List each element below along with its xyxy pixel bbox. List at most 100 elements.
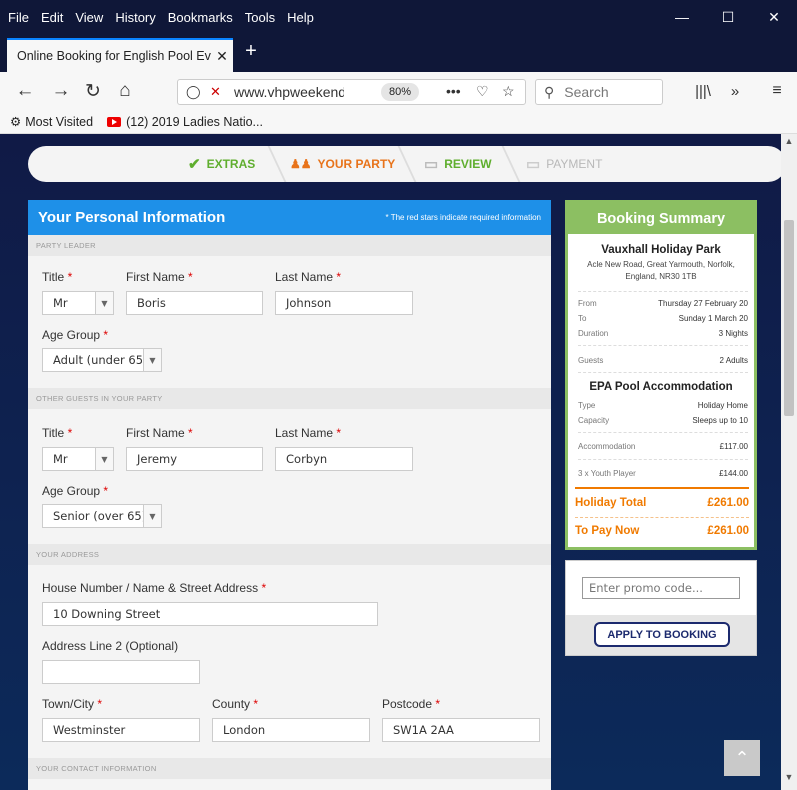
address2-input[interactable] xyxy=(42,660,200,684)
guest-title-label: Title * xyxy=(42,426,73,440)
summary-guests: Guests 2 Adults xyxy=(578,356,748,365)
park-address: Acle New Road, Great Yarmouth, Norfolk, … xyxy=(587,260,735,281)
back-to-top-button[interactable]: ⌃ xyxy=(724,740,760,776)
guest-age-group-select[interactable]: Senior (over 65) ▼ xyxy=(42,504,162,528)
guest-first-name-label: First Name * xyxy=(126,426,193,440)
people-icon: ♟♟ xyxy=(290,157,312,171)
summary-type: Type Holiday Home xyxy=(578,401,748,410)
leader-title-select[interactable]: Mr ▼ xyxy=(42,291,114,315)
menu-view[interactable]: View xyxy=(75,10,103,25)
menu-help[interactable]: Help xyxy=(287,10,314,25)
guest-title-select[interactable]: Mr ▼ xyxy=(42,447,114,471)
panel-title: Your Personal Information xyxy=(38,209,226,226)
library-icon[interactable]: |||\ xyxy=(690,78,716,104)
page-scrollbar[interactable]: ▲ ▼ xyxy=(781,134,797,790)
menu-file[interactable]: File xyxy=(8,10,29,25)
scrollbar-thumb[interactable] xyxy=(784,220,794,416)
reload-icon[interactable]: ↻ xyxy=(80,78,106,104)
summary-divider xyxy=(578,291,748,292)
card-icon: ▭ xyxy=(526,156,541,173)
apply-to-booking-button[interactable]: APPLY TO BOOKING xyxy=(594,622,730,647)
step-divider xyxy=(255,146,287,182)
town-input[interactable]: Westminster xyxy=(42,718,200,742)
gear-icon: ⚙ xyxy=(10,115,22,129)
accommodation-title: EPA Pool Accommodation xyxy=(589,381,733,393)
document-icon: ▭ xyxy=(424,156,439,173)
leader-last-name-input[interactable]: Johnson xyxy=(275,291,413,315)
bookmark-star-icon[interactable]: ☆ xyxy=(502,83,515,100)
minimize-button[interactable]: — xyxy=(659,0,705,34)
summary-from: From Thursday 27 February 20 xyxy=(578,299,748,308)
panel-header: Your Personal Information * The red star… xyxy=(28,200,551,235)
overflow-menu-icon[interactable]: » xyxy=(722,78,748,104)
scroll-down-icon[interactable]: ▼ xyxy=(781,772,797,788)
summary-title: Booking Summary xyxy=(568,203,754,234)
url-bar[interactable]: ◯ ✕ www.vhpweekend 80% ••• ♡ ☆ xyxy=(177,79,526,105)
step-review[interactable]: ▭ REVIEW xyxy=(424,146,492,182)
street-label: House Number / Name & Street Address * xyxy=(42,581,267,595)
tab-close-icon[interactable]: ✕ xyxy=(211,48,233,65)
promo-code-input[interactable]: Enter promo code... xyxy=(582,577,740,599)
permissions-blocked-icon[interactable]: ✕ xyxy=(210,84,224,100)
zoom-level-button[interactable]: 80% xyxy=(381,83,420,101)
summary-divider xyxy=(578,459,748,460)
tab-title: Online Booking for English Pool Eve xyxy=(17,49,211,63)
summary-duration: Duration 3 Nights xyxy=(578,329,748,338)
chevron-down-icon: ▼ xyxy=(95,292,113,314)
postcode-input[interactable]: SW1A 2AA xyxy=(382,718,540,742)
required-note: * The red stars indicate required inform… xyxy=(385,213,542,222)
page-actions-icon[interactable]: ••• xyxy=(446,83,461,99)
close-window-button[interactable]: ✕ xyxy=(751,0,797,34)
address2-label: Address Line 2 (Optional) xyxy=(42,639,179,653)
forward-icon[interactable]: → xyxy=(48,78,74,104)
section-contact: YOUR CONTACT INFORMATION xyxy=(28,758,551,779)
menu-edit[interactable]: Edit xyxy=(41,10,63,25)
county-input[interactable]: London xyxy=(212,718,370,742)
step-extras[interactable]: ✔ EXTRAS xyxy=(188,146,255,182)
section-party-leader: PARTY LEADER xyxy=(28,235,551,256)
promo-box: Enter promo code... APPLY TO BOOKING xyxy=(565,560,757,656)
leader-first-name-label: First Name * xyxy=(126,270,193,284)
guest-last-name-input[interactable]: Corbyn xyxy=(275,447,413,471)
step-divider xyxy=(489,146,521,182)
page-content: ✔ EXTRAS ♟♟ YOUR PARTY ▭ REVIEW ▭ PAYMEN… xyxy=(0,134,781,790)
chevron-down-icon: ▼ xyxy=(143,349,161,371)
booking-summary: Booking Summary Vauxhall Holiday Park Ac… xyxy=(565,200,757,550)
leader-title-label: Title * xyxy=(42,270,73,284)
tab-booking[interactable]: Online Booking for English Pool Eve ✕ xyxy=(7,38,233,72)
summary-holiday-total: Holiday Total £261.00 xyxy=(575,497,749,509)
section-other-guests: OTHER GUESTS IN YOUR PARTY xyxy=(28,388,551,409)
chevron-down-icon: ▼ xyxy=(95,448,113,470)
leader-age-group-select[interactable]: Adult (under 65) ▼ xyxy=(42,348,162,372)
shield-icon[interactable]: ◯ xyxy=(186,84,201,100)
scroll-up-icon[interactable]: ▲ xyxy=(781,136,797,152)
chevron-up-icon: ⌃ xyxy=(734,747,750,768)
park-name: Vauxhall Holiday Park xyxy=(601,244,721,256)
personal-info-panel: Your Personal Information * The red star… xyxy=(28,200,551,790)
menu-history[interactable]: History xyxy=(115,10,155,25)
back-icon[interactable]: ← xyxy=(12,78,38,104)
new-tab-button[interactable]: + xyxy=(240,40,262,63)
pocket-icon[interactable]: ♡ xyxy=(476,83,489,100)
summary-to: To Sunday 1 March 20 xyxy=(578,314,748,323)
guest-age-group-label: Age Group * xyxy=(42,484,109,498)
hamburger-menu-icon[interactable]: ≡ xyxy=(764,78,790,104)
bookmark-youtube[interactable]: (12) 2019 Ladies Natio... xyxy=(107,115,263,129)
summary-divider xyxy=(578,432,748,433)
leader-first-name-input[interactable]: Boris xyxy=(126,291,263,315)
step-your-party[interactable]: ♟♟ YOUR PARTY xyxy=(290,146,395,182)
step-payment[interactable]: ▭ PAYMENT xyxy=(526,146,602,182)
county-label: County * xyxy=(212,697,259,711)
home-icon[interactable]: ⌂ xyxy=(112,78,138,104)
nav-bar: ← → ↻ ⌂ ◯ ✕ www.vhpweekend 80% ••• ♡ ☆ ⚲… xyxy=(0,72,797,110)
search-input[interactable]: ⚲ Search xyxy=(535,79,663,105)
maximize-button[interactable]: ☐ xyxy=(705,0,751,34)
bookmark-most-visited[interactable]: ⚙ Most Visited xyxy=(10,114,93,130)
guest-first-name-input[interactable]: Jeremy xyxy=(126,447,263,471)
summary-capacity: Capacity Sleeps up to 10 xyxy=(578,416,748,425)
menu-tools[interactable]: Tools xyxy=(245,10,275,25)
street-input[interactable]: 10 Downing Street xyxy=(42,602,378,626)
window-controls: — ☐ ✕ xyxy=(659,0,797,34)
url-text[interactable]: www.vhpweekend xyxy=(234,84,344,100)
menu-bookmarks[interactable]: Bookmarks xyxy=(168,10,233,25)
